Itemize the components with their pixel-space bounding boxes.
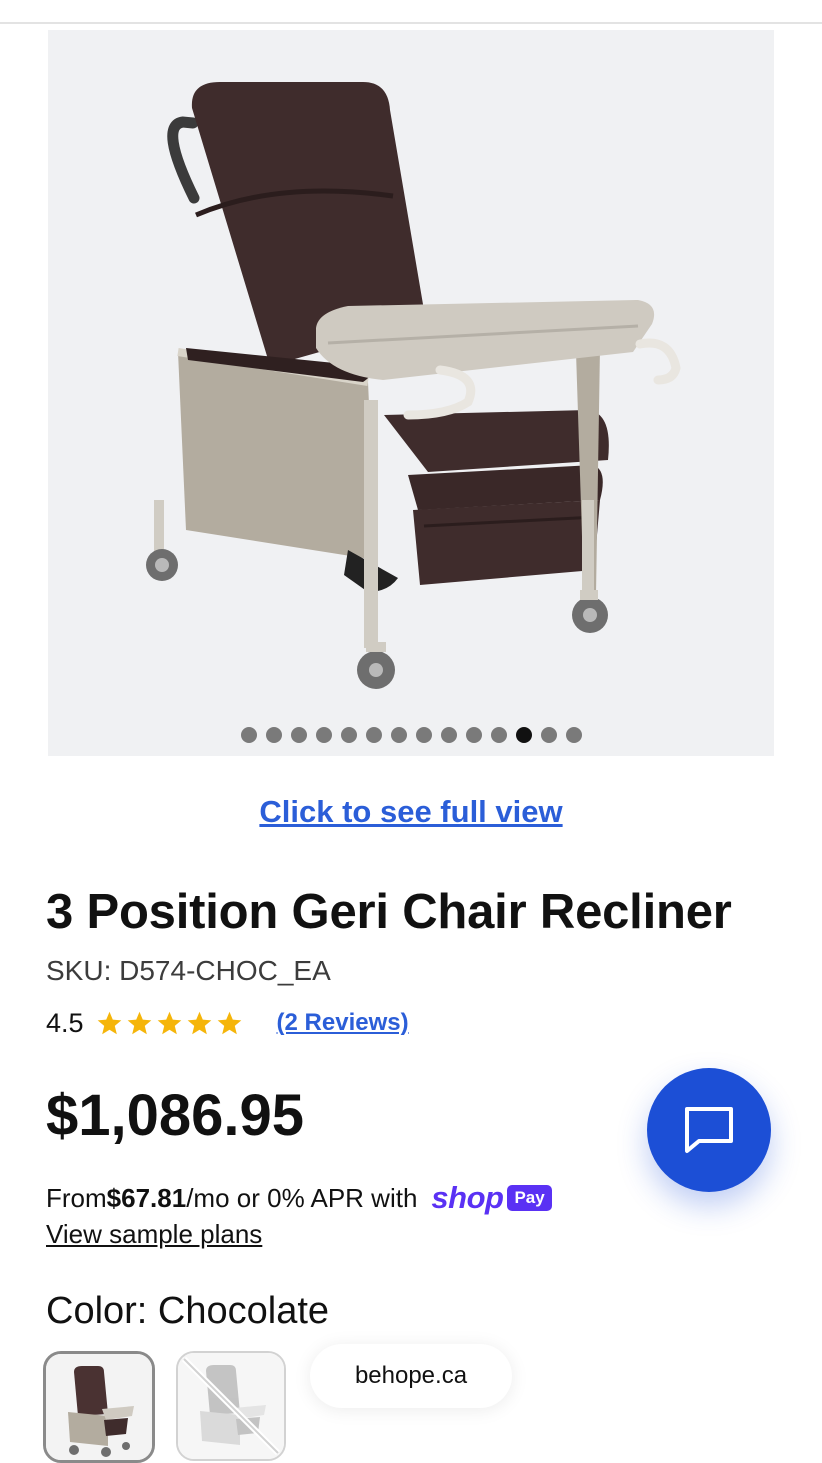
view-sample-plans-link[interactable]: View sample plans <box>46 1219 262 1250</box>
reviews-link[interactable]: (2 Reviews) <box>277 1009 409 1037</box>
product-sku: SKU: D574-CHOC_EA <box>46 955 331 986</box>
top-divider <box>0 22 822 24</box>
gallery-dot-6[interactable] <box>365 727 382 743</box>
product-title: 3 Position Geri Chair Recliner <box>46 885 732 939</box>
star-icon <box>217 1011 241 1034</box>
installments-row: From $67.81/mo or 0% APR with shop Pay <box>46 1180 552 1216</box>
gallery-dot-3[interactable] <box>290 727 307 743</box>
installments-prefix: From <box>46 1182 107 1213</box>
gallery-dot-8[interactable] <box>415 727 432 743</box>
swatch-chocolate-thumbnail <box>46 1354 152 1460</box>
gallery-dot-5[interactable] <box>340 727 357 743</box>
installments-suffix: /mo or 0% APR with <box>186 1182 418 1213</box>
star-icon <box>157 1011 181 1034</box>
product-image-gallery[interactable] <box>48 30 774 756</box>
gallery-dot-1[interactable] <box>240 727 257 743</box>
gallery-dot-14[interactable] <box>565 727 582 743</box>
gallery-dot-2[interactable] <box>265 727 282 743</box>
shop-pay-badge: Pay <box>507 1185 552 1211</box>
shop-pay-wordmark: shop <box>431 1180 504 1215</box>
product-image[interactable] <box>48 30 774 756</box>
chat-button[interactable] <box>647 1068 771 1192</box>
rating-value: 4.5 <box>46 1007 84 1038</box>
rating-stars <box>96 1010 243 1037</box>
product-price: $1,086.95 <box>46 1083 305 1148</box>
chat-bubble-icon <box>685 1107 733 1153</box>
gallery-dot-12[interactable] <box>515 727 532 743</box>
rating-row: 4.5 (2 Reviews) <box>46 1005 409 1041</box>
color-swatch-chocolate[interactable] <box>43 1351 155 1463</box>
gallery-pagination <box>48 727 774 745</box>
swatch-grey-thumbnail <box>178 1353 284 1459</box>
gallery-dot-9[interactable] <box>440 727 457 743</box>
star-icon <box>187 1011 211 1034</box>
installments-amount: $67.81 <box>106 1182 187 1213</box>
color-label: Color: Chocolate <box>46 1290 330 1332</box>
star-icon <box>97 1011 121 1034</box>
gallery-dot-13[interactable] <box>540 727 557 743</box>
gallery-dot-7[interactable] <box>390 727 407 743</box>
gallery-dot-4[interactable] <box>315 727 332 743</box>
color-swatch-unavailable[interactable] <box>176 1351 286 1461</box>
full-view-link[interactable]: Click to see full view <box>0 794 822 830</box>
star-icon <box>127 1011 151 1034</box>
browser-address-pill[interactable]: behope.ca <box>310 1344 512 1408</box>
gallery-dot-10[interactable] <box>465 727 482 743</box>
shop-pay-logo: shop Pay <box>431 1180 552 1216</box>
gallery-dot-11[interactable] <box>490 727 507 743</box>
